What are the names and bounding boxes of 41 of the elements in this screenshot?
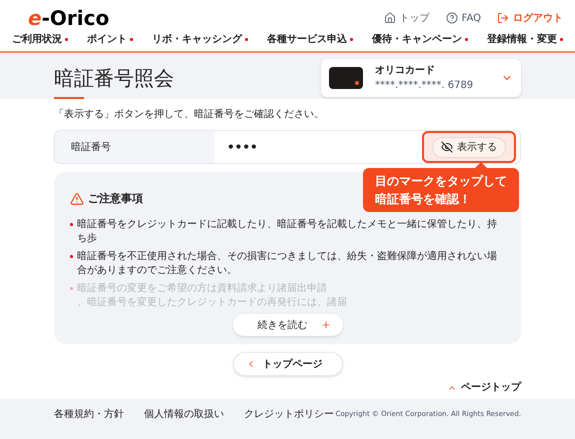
card-number: ****.****.****. 6789 xyxy=(375,79,474,93)
bullet-icon xyxy=(70,223,73,226)
pin-value: •••• xyxy=(227,139,258,156)
nav-link[interactable]: ご利用状況 xyxy=(12,32,68,47)
nav-link[interactable]: 登録情報・変更 xyxy=(487,32,563,47)
home-icon xyxy=(384,12,396,24)
nav-link[interactable]: 各種サービス申込 xyxy=(267,32,353,47)
page-top-link[interactable]: ページトップ xyxy=(447,380,521,395)
note-text: 暗証番号をクレジットカードに記載したり、暗証番号を記載したメモと一緒に保管したり、持ち歩 xyxy=(77,218,498,246)
bullet-icon xyxy=(70,287,73,290)
nav-link[interactable]: リボ・キャッシング xyxy=(152,32,248,47)
show-button[interactable]: 表示する xyxy=(432,136,506,158)
instruction-text: 「表示する」ボタンを押して、暗証番号をご確認ください。 xyxy=(54,108,325,122)
utility-link[interactable]: トップ xyxy=(384,10,430,26)
nav-link[interactable]: 優待・キャンペーン xyxy=(372,32,468,47)
logout-icon xyxy=(497,12,509,24)
help-icon xyxy=(446,12,458,24)
plus-icon xyxy=(320,320,330,330)
orico-logo[interactable]: e-Orico xyxy=(12,8,110,28)
utility-link[interactable]: ログアウト xyxy=(497,10,563,26)
eye-off-icon xyxy=(441,141,453,153)
notes-heading: ご注意事項 xyxy=(88,190,143,207)
callout-text: 暗証番号を確認！ xyxy=(375,191,472,208)
card-image xyxy=(329,67,363,89)
top-page-button[interactable]: トップページ xyxy=(232,352,342,376)
footer-link[interactable]: 個人情報の取扱い xyxy=(144,407,224,422)
pin-label: 暗証番号 xyxy=(55,131,215,163)
utility-link[interactable]: FAQ xyxy=(446,10,481,26)
note-text: 暗証番号を不正使用された場合、その損害につきましては、紛失・盗難保障が適用されない場合がありますのでご注意ください。 xyxy=(77,250,498,278)
card-selector[interactable]: オリコカード ****.****.****. 6789 xyxy=(321,59,521,97)
nav-link[interactable]: ポイント xyxy=(87,32,133,47)
note-text: 、暗証番号を変更したクレジットカードの再発行には、諸届 xyxy=(77,296,347,310)
footer-link[interactable]: クレジットポリシー xyxy=(244,407,334,422)
card-name: オリコカード xyxy=(375,64,435,78)
footer-link[interactable]: 各種規約・方針 xyxy=(54,407,124,422)
warning-icon xyxy=(70,192,84,206)
callout-text: 目のマークをタップして xyxy=(375,173,507,190)
page-title: 暗証番号照会 xyxy=(54,68,174,88)
read-more-button[interactable]: 続きを読む xyxy=(232,314,342,336)
bullet-icon xyxy=(70,255,73,258)
note-text: 暗証番号の変更をご希望の方は資料請求より諸届出申請 xyxy=(77,282,328,296)
